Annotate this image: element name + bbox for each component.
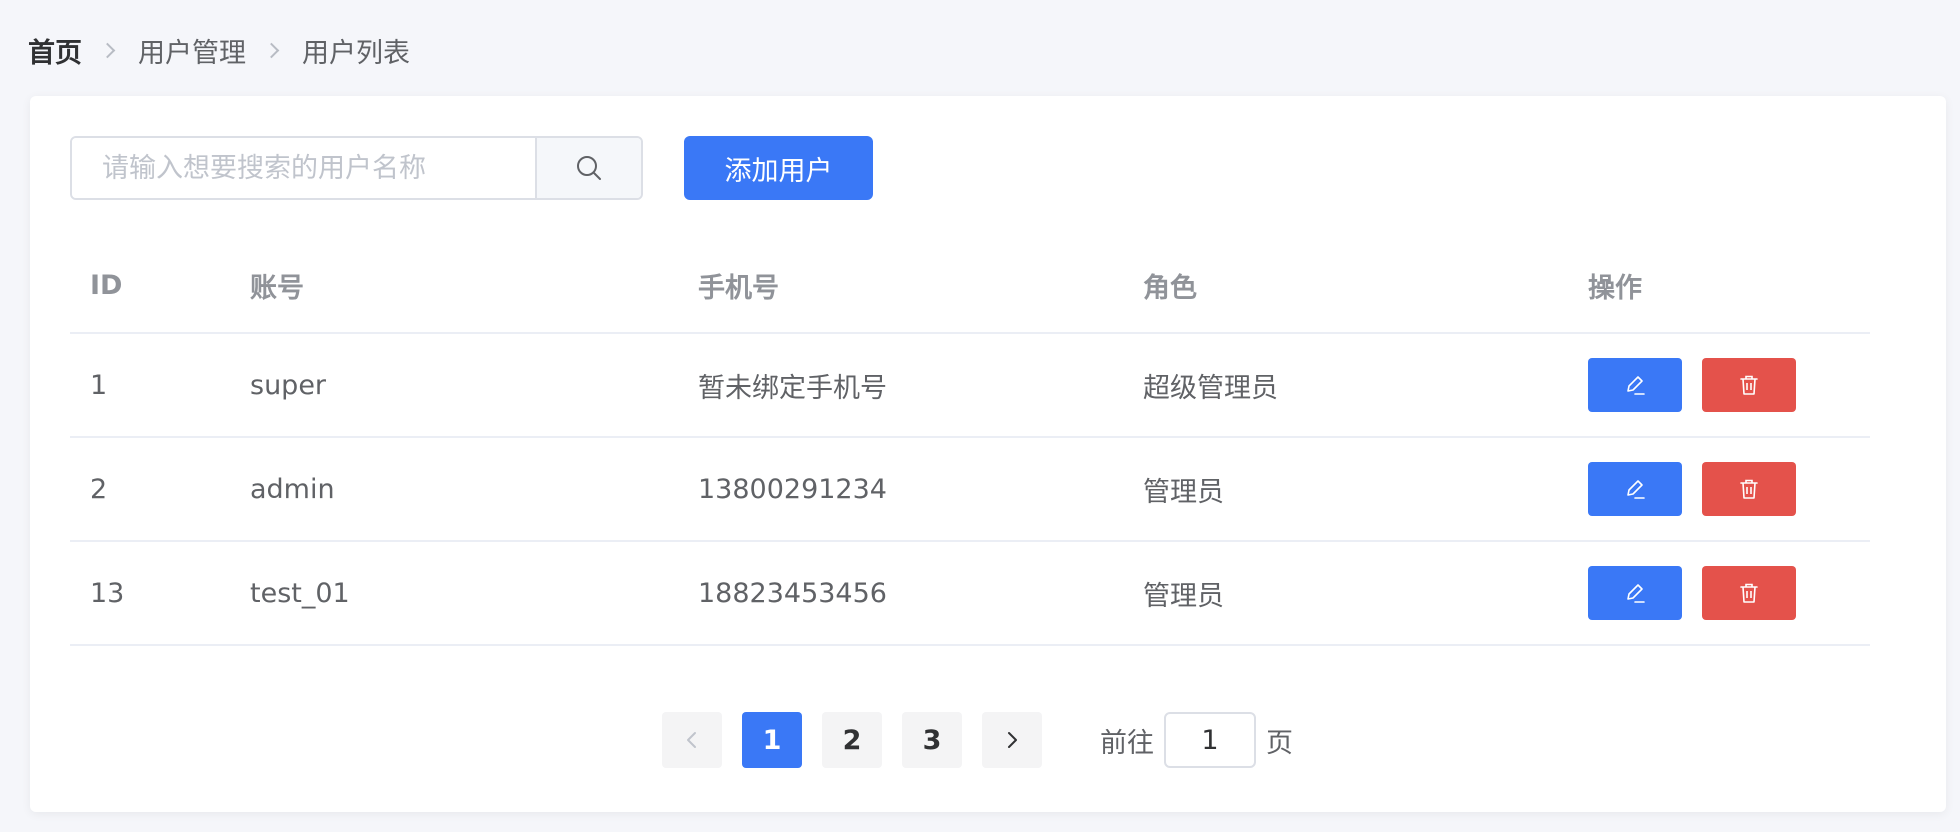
edit-button[interactable] [1588, 462, 1682, 516]
cell-phone: 13800291234 [698, 473, 887, 505]
add-user-button[interactable]: 添加用户 [684, 136, 873, 200]
cell-actions [1568, 462, 1870, 516]
chevron-left-icon [687, 732, 696, 748]
page-jumper: 前往 页 [1100, 712, 1293, 768]
column-header-id: ID [90, 269, 123, 301]
search-button[interactable] [535, 138, 641, 198]
delete-button[interactable] [1702, 358, 1796, 412]
user-list-card: 添加用户 ID 账号 手机号 角色 操作 1 super 暂未绑定手机号 超级管… [30, 96, 1946, 812]
cell-account: test_01 [250, 577, 350, 609]
cell-id: 13 [90, 577, 125, 609]
trash-icon [1740, 375, 1758, 395]
chevron-right-icon [1008, 732, 1017, 748]
prev-page-button[interactable] [662, 712, 722, 768]
goto-page-input[interactable] [1164, 712, 1256, 768]
page-button-3[interactable]: 3 [902, 712, 962, 768]
cell-role: 管理员 [1143, 580, 1224, 612]
edit-icon [1627, 584, 1645, 603]
trash-icon [1740, 479, 1758, 499]
table-header-row: ID 账号 手机号 角色 操作 [70, 238, 1870, 334]
breadcrumb-user-management: 用户管理 [138, 37, 246, 69]
page-button-2[interactable]: 2 [822, 712, 882, 768]
goto-suffix-label: 页 [1266, 727, 1293, 759]
table-row: 13 test_01 18823453456 管理员 [70, 542, 1870, 646]
delete-button[interactable] [1702, 566, 1796, 620]
search-input[interactable] [72, 138, 535, 198]
pagination: 1 2 3 前往 页 [662, 712, 1293, 768]
table-row: 1 super 暂未绑定手机号 超级管理员 [70, 334, 1870, 438]
search-group [70, 136, 643, 200]
next-page-button[interactable] [982, 712, 1042, 768]
breadcrumb: 首页 用户管理 用户列表 [28, 30, 410, 70]
cell-role: 管理员 [1143, 476, 1224, 508]
chevron-right-icon [98, 39, 120, 61]
chevron-right-icon [262, 39, 284, 61]
page-button-1[interactable]: 1 [742, 712, 802, 768]
cell-phone: 暂未绑定手机号 [698, 372, 887, 404]
breadcrumb-home[interactable]: 首页 [28, 31, 82, 70]
edit-button[interactable] [1588, 358, 1682, 412]
cell-actions [1568, 358, 1870, 412]
column-header-phone: 手机号 [698, 272, 779, 304]
breadcrumb-user-list: 用户列表 [302, 37, 410, 69]
delete-button[interactable] [1702, 462, 1796, 516]
goto-prefix-label: 前往 [1100, 727, 1154, 759]
cell-role: 超级管理员 [1143, 372, 1278, 404]
trash-icon [1740, 583, 1758, 603]
table-row: 2 admin 13800291234 管理员 [70, 438, 1870, 542]
column-header-actions: 操作 [1588, 272, 1642, 304]
cell-account: admin [250, 473, 335, 505]
edit-button[interactable] [1588, 566, 1682, 620]
cell-account: super [250, 369, 327, 401]
cell-actions [1568, 566, 1870, 620]
cell-id: 2 [90, 473, 108, 505]
search-icon [577, 156, 601, 180]
cell-id: 1 [90, 369, 108, 401]
edit-icon [1627, 376, 1645, 395]
cell-phone: 18823453456 [698, 577, 887, 609]
edit-icon [1627, 480, 1645, 499]
column-header-account: 账号 [250, 272, 304, 304]
column-header-role: 角色 [1143, 272, 1197, 304]
user-table: ID 账号 手机号 角色 操作 1 super 暂未绑定手机号 超级管理员 2 … [70, 238, 1870, 646]
